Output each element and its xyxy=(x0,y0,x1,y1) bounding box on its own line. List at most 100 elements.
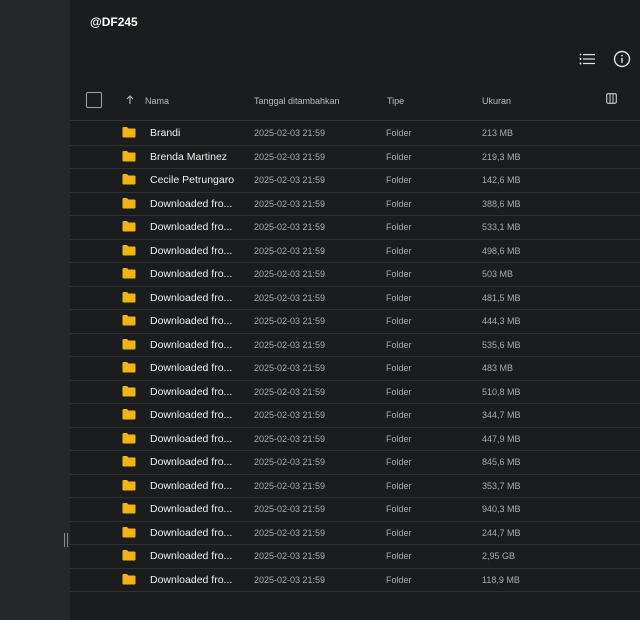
file-type: Folder xyxy=(386,551,412,561)
file-name[interactable]: Downloaded fro... xyxy=(150,386,232,398)
file-name[interactable]: Downloaded fro... xyxy=(150,339,232,351)
file-date: 2025-02-03 21:59 xyxy=(254,269,326,279)
file-name[interactable]: Downloaded fro... xyxy=(150,362,232,374)
columns-icon[interactable] xyxy=(606,93,617,104)
file-size: 118,9 MB xyxy=(482,574,520,585)
page-title: @DF245 xyxy=(90,15,138,29)
table-row[interactable]: Downloaded fro... 2025-02-03 21:59 Folder 3… xyxy=(70,404,640,428)
file-size: 353,7 MB xyxy=(482,480,521,491)
column-header-date[interactable]: Tanggal ditambahkan xyxy=(254,96,340,106)
file-type: Folder xyxy=(386,386,412,397)
file-size: 533,1 MB xyxy=(482,222,521,232)
table-row[interactable]: Downloaded fro... 2025-02-03 21:59 Folder 4… xyxy=(70,428,640,451)
file-name[interactable]: Downloaded fro... xyxy=(150,409,232,421)
table-row[interactable]: Brandi 2025-02-03 21:59 Folder 213 MB xyxy=(70,122,640,146)
file-size: 510,8 MB xyxy=(482,386,521,397)
folder-icon xyxy=(122,244,136,255)
file-size: 244,7 MB xyxy=(482,527,521,538)
file-name[interactable]: Downloaded fro... xyxy=(150,550,232,562)
file-type: Folder xyxy=(386,410,412,420)
file-name[interactable]: Downloaded fro... xyxy=(150,456,232,468)
sidebar-resize-handle[interactable] xyxy=(63,533,69,547)
table-row[interactable]: Downloaded fro... 2025-02-03 21:59 Folder 1… xyxy=(70,569,640,592)
file-name[interactable]: Brenda Martinez xyxy=(150,151,227,163)
arrow-up-icon[interactable] xyxy=(126,95,134,105)
file-name[interactable]: Downloaded fro... xyxy=(150,574,232,586)
table-row[interactable]: Brenda Martinez 2025-02-03 21:59 Folder 219… xyxy=(70,146,640,169)
folder-icon xyxy=(122,197,136,208)
file-name[interactable]: Downloaded fro... xyxy=(150,480,232,492)
folder-icon xyxy=(122,315,136,326)
table-row[interactable]: Downloaded fro... 2025-02-03 21:59 Folder 4… xyxy=(70,240,640,263)
file-type: Folder xyxy=(386,433,412,444)
column-header-size[interactable]: Ukuran xyxy=(482,96,511,106)
column-header-name[interactable]: Nama xyxy=(145,96,169,106)
folder-icon xyxy=(122,503,136,514)
folder-icon xyxy=(122,456,136,467)
folder-icon xyxy=(122,409,136,420)
folder-icon xyxy=(122,385,136,396)
file-name[interactable]: Downloaded fro... xyxy=(150,433,232,445)
file-name[interactable]: Downloaded fro... xyxy=(150,268,232,280)
table-row[interactable]: Downloaded fro... 2025-02-03 21:59 Folder 2… xyxy=(70,545,640,569)
table-row[interactable]: Downloaded fro... 2025-02-03 21:59 Folder 8… xyxy=(70,451,640,475)
file-date: 2025-02-03 21:59 xyxy=(254,198,326,209)
file-name[interactable]: Downloaded fro... xyxy=(150,503,232,515)
file-name[interactable]: Downloaded fro... xyxy=(150,245,232,257)
file-type: Folder xyxy=(386,527,412,538)
file-size: 498,6 MB xyxy=(482,245,521,256)
table-header: Nama Tanggal ditambahkan Tipe Ukuran xyxy=(70,82,640,121)
info-button[interactable] xyxy=(611,48,633,70)
file-name[interactable]: Downloaded fro... xyxy=(150,198,232,210)
folder-icon xyxy=(122,174,136,185)
list-view-button[interactable] xyxy=(576,48,598,70)
list-view-icon xyxy=(579,53,595,65)
folder-icon xyxy=(122,268,136,279)
table-row[interactable]: Downloaded fro... 2025-02-03 21:59 Folder 5… xyxy=(70,381,640,404)
file-browser: @DF245 Nama Tanggal ditambahkan Tipe Uku… xyxy=(70,0,640,620)
folder-icon xyxy=(122,479,136,490)
table-row[interactable]: Downloaded fro... 2025-02-03 21:59 Folder 2… xyxy=(70,522,640,545)
file-size: 535,6 MB xyxy=(482,339,521,350)
file-type: Folder xyxy=(386,198,412,209)
file-name[interactable]: Brandi xyxy=(150,127,180,139)
file-date: 2025-02-03 21:59 xyxy=(254,551,326,561)
folder-icon xyxy=(122,221,136,232)
table-row[interactable]: Downloaded fro... 2025-02-03 21:59 Folder 4… xyxy=(70,310,640,334)
file-date: 2025-02-03 21:59 xyxy=(254,292,326,303)
file-size: 388,6 MB xyxy=(482,198,521,209)
file-type: Folder xyxy=(386,363,412,373)
table-row[interactable]: Downloaded fro... 2025-02-03 21:59 Folder 4… xyxy=(70,357,640,381)
table-row[interactable]: Downloaded fro... 2025-02-03 21:59 Folder 9… xyxy=(70,498,640,522)
file-type: Folder xyxy=(386,316,412,326)
file-size: 503 MB xyxy=(482,269,514,279)
file-size: 213 MB xyxy=(482,128,514,138)
file-size: 481,5 MB xyxy=(482,292,521,303)
file-type: Folder xyxy=(386,504,412,514)
table-row[interactable]: Downloaded fro... 2025-02-03 21:59 Folder 5… xyxy=(70,263,640,287)
file-date: 2025-02-03 21:59 xyxy=(254,386,326,397)
folder-icon xyxy=(122,338,136,349)
select-all-checkbox[interactable] xyxy=(86,92,102,108)
file-name[interactable]: Downloaded fro... xyxy=(150,292,232,304)
table-row[interactable]: Cecile Petrungaro 2025-02-03 21:59 Folder 1… xyxy=(70,169,640,193)
file-size: 142,6 MB xyxy=(482,175,521,185)
table-row[interactable]: Downloaded fro... 2025-02-03 21:59 Folder 3… xyxy=(70,475,640,498)
file-name[interactable]: Downloaded fro... xyxy=(150,315,232,327)
file-name[interactable]: Downloaded fro... xyxy=(150,221,232,233)
file-date: 2025-02-03 21:59 xyxy=(254,245,326,256)
file-size: 483 MB xyxy=(482,363,514,373)
table-row[interactable]: Downloaded fro... 2025-02-03 21:59 Folder 5… xyxy=(70,216,640,240)
table-row[interactable]: Downloaded fro... 2025-02-03 21:59 Folder 4… xyxy=(70,287,640,310)
file-size: 344,7 MB xyxy=(482,410,521,420)
file-date: 2025-02-03 21:59 xyxy=(254,433,326,444)
column-header-type[interactable]: Tipe xyxy=(387,96,404,106)
file-date: 2025-02-03 21:59 xyxy=(254,457,326,467)
folder-icon xyxy=(122,291,136,302)
file-name[interactable]: Cecile Petrungaro xyxy=(150,174,234,186)
table-row[interactable]: Downloaded fro... 2025-02-03 21:59 Folder 3… xyxy=(70,193,640,216)
folder-icon xyxy=(122,526,136,537)
table-row[interactable]: Downloaded fro... 2025-02-03 21:59 Folder 5… xyxy=(70,334,640,357)
file-name[interactable]: Downloaded fro... xyxy=(150,527,232,539)
file-date: 2025-02-03 21:59 xyxy=(254,316,326,326)
